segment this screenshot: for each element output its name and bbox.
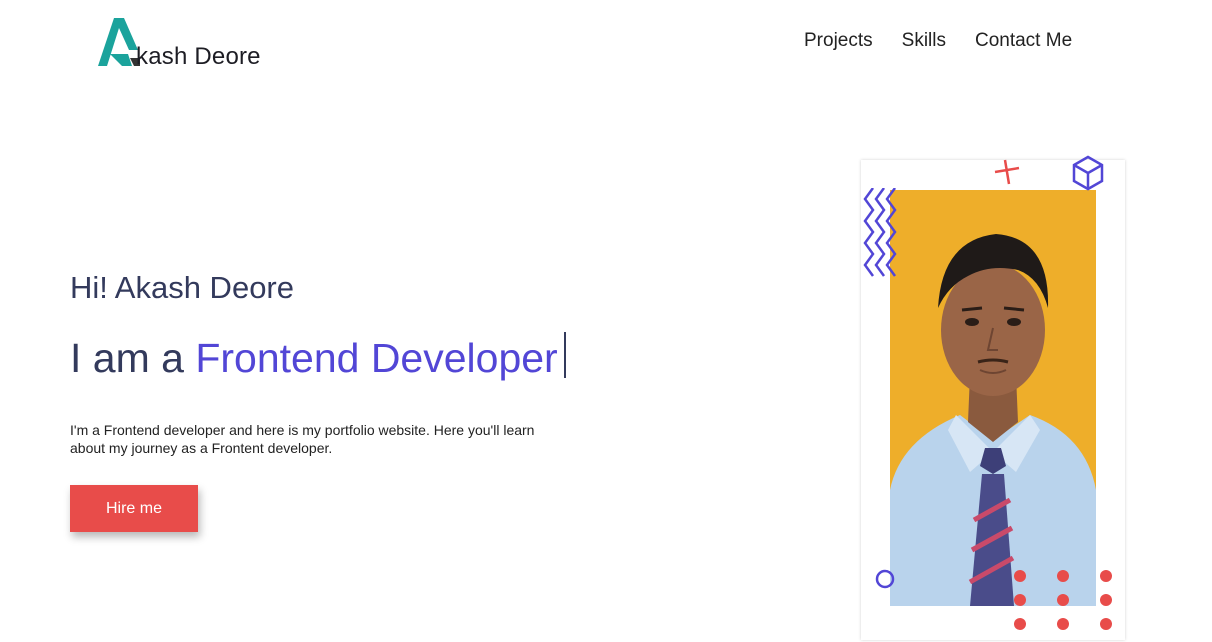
dots-grid-icon bbox=[1014, 570, 1112, 630]
typing-cursor bbox=[563, 332, 566, 378]
plus-icon bbox=[994, 159, 1020, 185]
circle-icon bbox=[875, 569, 895, 589]
portfolio-page: kash Deore Projects Skills Contact Me Hi… bbox=[0, 0, 1212, 642]
headline-prefix: I am a bbox=[70, 335, 196, 381]
hero-headline: I am a Frontend Developer bbox=[70, 332, 566, 382]
hero-intro: I'm a Frontend developer and here is my … bbox=[70, 422, 535, 456]
hero-greeting: Hi! Akash Deore bbox=[70, 270, 294, 305]
headline-role: Frontend Developer bbox=[195, 335, 558, 381]
profile-photo bbox=[890, 190, 1096, 606]
main-nav: Projects Skills Contact Me bbox=[804, 30, 1072, 52]
logo-text: kash Deore bbox=[136, 43, 261, 70]
site-logo[interactable]: kash Deore bbox=[98, 16, 298, 70]
person-illustration bbox=[890, 234, 1096, 606]
zigzag-icon bbox=[863, 188, 897, 277]
profile-photo-card bbox=[861, 155, 1125, 640]
hire-me-button[interactable]: Hire me bbox=[70, 485, 198, 532]
nav-skills[interactable]: Skills bbox=[902, 30, 946, 52]
cube-icon bbox=[1072, 155, 1104, 191]
nav-contact[interactable]: Contact Me bbox=[975, 30, 1072, 52]
nav-projects[interactable]: Projects bbox=[804, 30, 873, 52]
